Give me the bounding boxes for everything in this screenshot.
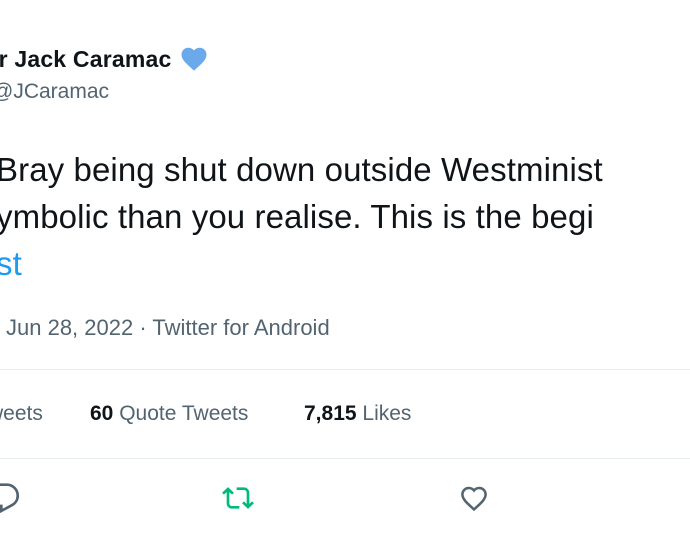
likes-label: Likes [362,402,412,425]
hashtag-link[interactable]: st [0,240,690,287]
tweet-text: Bray being shut down outside Westminist … [0,146,690,287]
reply-icon [0,482,20,519]
divider [0,369,690,370]
tweet-timestamp-source[interactable]: Jun 28, 2022 · Twitter for Android [6,315,330,341]
likes-stat[interactable]: 7,815 Likes [304,402,411,426]
quote-tweets-label: Quote Tweets [119,402,249,425]
heart-icon [458,482,490,519]
verified-heart-icon [179,44,209,74]
retweets-label: weets [0,402,43,425]
quote-tweets-count: 60 [90,402,114,425]
retweet-icon [222,482,254,519]
tweet-card: ir Jack Caramac @JCaramac Bray being shu… [0,0,690,550]
author-handle[interactable]: @JCaramac [0,80,109,104]
author-row[interactable]: ir Jack Caramac [0,44,209,74]
retweet-button[interactable] [220,482,256,518]
quote-tweets-stat[interactable]: 60 Quote Tweets [90,402,248,426]
author-handle-text: JCaramac [13,80,110,103]
reply-button[interactable] [0,482,22,518]
likes-count: 7,815 [304,402,357,425]
like-button[interactable] [456,482,492,518]
author-display-name[interactable]: ir Jack Caramac [0,46,171,73]
tweet-text-line: ymbolic than you realise. This is the be… [0,198,594,235]
divider [0,458,690,459]
tweet-text-line: Bray being shut down outside Westminist [0,151,603,188]
retweets-stat[interactable]: weets [0,402,43,426]
